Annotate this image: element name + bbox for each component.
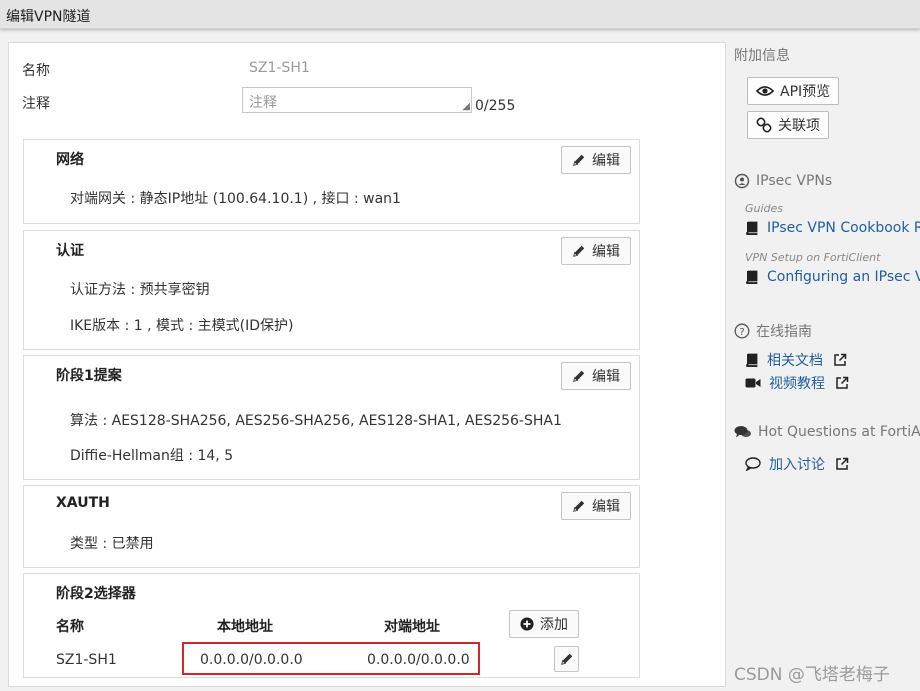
col-local-header: 本地地址: [217, 619, 273, 635]
pencil-icon: [573, 245, 585, 257]
section-xauth-title: XAUTH: [56, 495, 110, 511]
video-link-text: 视频教程: [769, 376, 825, 392]
video-camera-icon: [745, 378, 761, 388]
ipsec-vpns-text: IPsec VPNs: [756, 173, 833, 189]
xauth-edit-label: 编辑: [592, 499, 620, 515]
title-bar: 编辑VPN隧道: [0, 0, 920, 29]
section-auth-title: 认证: [56, 243, 84, 259]
comment-placeholder: 注释: [249, 95, 277, 111]
pencil-icon: [573, 154, 585, 166]
api-preview-label: API预览: [780, 84, 831, 100]
hot-questions-heading: Hot Questions at FortiAr: [734, 424, 920, 440]
book-icon: [746, 270, 758, 284]
link-icon: [756, 117, 772, 133]
references-label: 关联项: [778, 118, 820, 134]
auth-method-line: 认证方法 : 预共享密钥: [70, 282, 210, 298]
sidebar: 附加信息 API预览 关联项 IPsec VPNs Guides IPsec V…: [734, 40, 920, 690]
watermark: CSDN @飞塔老梅子: [734, 665, 890, 685]
auth-ike-line: IKE版本 : 1 , 模式 : 主模式(ID保护): [70, 318, 294, 334]
ipsec-vpns-heading: IPsec VPNs: [734, 173, 832, 189]
name-label: 名称: [22, 63, 50, 79]
pencil-icon: [573, 500, 585, 512]
online-guide-heading: ? 在线指南: [734, 321, 812, 341]
name-value: SZ1-SH1: [249, 60, 310, 76]
guide-link-text: IPsec VPN Cookbook R: [767, 220, 920, 236]
section-network-title: 网络: [56, 152, 84, 168]
main-panel: 名称 SZ1-SH1 注释 注释 ◢ 0/255 网络 编辑 对端网关 : 静态…: [8, 42, 726, 687]
online-guide-text: 在线指南: [756, 324, 812, 340]
network-edit-button[interactable]: 编辑: [561, 146, 631, 174]
section-phase1: 阶段1提案 编辑 算法 : AES128-SHA256, AES256-SHA2…: [23, 355, 640, 480]
auth-edit-button[interactable]: 编辑: [561, 237, 631, 265]
comment-counter: 0/255: [475, 98, 516, 114]
external-link-icon: [836, 376, 849, 389]
comments-icon: [734, 426, 751, 438]
guides-label: Guides: [745, 202, 784, 215]
resize-grip-icon[interactable]: ◢: [462, 101, 470, 112]
phase1-dh-line: Diffie-Hellman组 : 14, 5: [70, 448, 234, 464]
book-icon: [746, 221, 758, 235]
additional-info-heading: 附加信息: [734, 48, 790, 64]
references-button[interactable]: 关联项: [747, 111, 829, 139]
join-discussion-link[interactable]: 加入讨论: [745, 454, 849, 474]
comment-input[interactable]: 注释 ◢: [242, 87, 472, 113]
phase1-algorithm-line: 算法 : AES128-SHA256, AES256-SHA256, AES12…: [70, 413, 562, 429]
forticlient-link-text: Configuring an IPsec VI: [767, 269, 920, 285]
network-gateway-line: 对端网关 : 静态IP地址 (100.64.10.1) , 接口 : wan1: [70, 191, 401, 207]
address-highlight-box: [182, 642, 480, 675]
pencil-icon: [573, 370, 585, 382]
phase1-edit-button[interactable]: 编辑: [561, 362, 631, 390]
docs-link-text: 相关文档: [767, 353, 823, 369]
row-name: SZ1-SH1: [56, 652, 117, 668]
plus-circle-icon: [520, 617, 534, 631]
row-edit-button[interactable]: [554, 646, 579, 672]
auth-edit-label: 编辑: [592, 244, 620, 260]
svg-text:?: ?: [739, 327, 744, 338]
book-icon: [746, 353, 758, 367]
section-xauth: XAUTH 编辑 类型 : 已禁用: [23, 485, 640, 568]
col-remote-header: 对端地址: [384, 619, 440, 635]
user-shield-icon: [734, 173, 750, 189]
forticlient-label: VPN Setup on FortiClient: [745, 251, 881, 264]
section-phase2: 阶段2选择器 名称 本地地址 对端地址 添加 SZ1-SH1 0.0.0.0/0…: [23, 573, 640, 678]
col-name-header: 名称: [56, 619, 84, 635]
guide-link[interactable]: IPsec VPN Cookbook R: [745, 220, 920, 236]
forticlient-link[interactable]: Configuring an IPsec VI: [745, 269, 920, 285]
eye-icon: [756, 86, 774, 96]
add-selector-button[interactable]: 添加: [509, 610, 579, 638]
docs-link[interactable]: 相关文档: [745, 350, 847, 370]
video-link[interactable]: 视频教程: [745, 373, 849, 393]
external-link-icon: [834, 353, 847, 366]
api-preview-button[interactable]: API预览: [747, 77, 840, 105]
comment-icon: [745, 457, 761, 471]
add-selector-label: 添加: [540, 617, 568, 633]
join-discussion-text: 加入讨论: [769, 457, 825, 473]
xauth-type-line: 类型 : 已禁用: [70, 536, 154, 552]
phase1-edit-label: 编辑: [592, 369, 620, 385]
section-auth: 认证 编辑 认证方法 : 预共享密钥 IKE版本 : 1 , 模式 : 主模式(…: [23, 230, 640, 350]
external-link-icon: [836, 457, 849, 470]
hot-questions-text: Hot Questions at FortiAr: [758, 424, 920, 440]
xauth-edit-button[interactable]: 编辑: [561, 492, 631, 520]
section-phase1-title: 阶段1提案: [56, 368, 122, 384]
section-network: 网络 编辑 对端网关 : 静态IP地址 (100.64.10.1) , 接口 :…: [23, 139, 640, 224]
pencil-icon: [560, 653, 572, 665]
network-edit-label: 编辑: [592, 153, 620, 169]
question-circle-icon: ?: [734, 323, 750, 339]
comment-label: 注释: [22, 96, 50, 112]
window-title: 编辑VPN隧道: [6, 9, 91, 25]
section-phase2-title: 阶段2选择器: [56, 586, 136, 602]
